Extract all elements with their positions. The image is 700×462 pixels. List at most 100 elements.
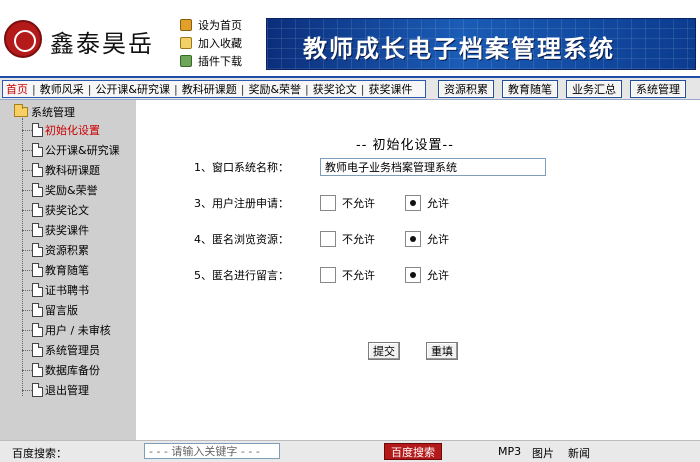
baidu-search-input[interactable] xyxy=(144,443,280,459)
essays-button[interactable]: 教育随笔 xyxy=(502,80,558,98)
resources-button[interactable]: 资源积累 xyxy=(438,80,494,98)
anon-message-options: 不允许 允许 xyxy=(320,267,479,283)
document-icon xyxy=(32,323,43,337)
sidebar-item-certificates[interactable]: 证书聘书 xyxy=(22,280,89,300)
anon-message-allow-radio[interactable] xyxy=(405,267,421,283)
anon-browse-allow-radio[interactable] xyxy=(405,231,421,247)
home-icon xyxy=(180,19,192,31)
nav-item-awards[interactable]: 奖励&荣誉 xyxy=(248,81,301,97)
header: 鑫泰昊岳 设为首页 加入收藏 插件下载 教师成长电子档案管理系统 xyxy=(0,0,700,76)
reset-button[interactable]: 重填 xyxy=(426,342,458,360)
nav-item-teacher-style[interactable]: 教师风采 xyxy=(40,81,84,97)
user-registration-options: 不允许 允许 xyxy=(320,195,479,211)
footer-link-news[interactable]: 新闻 xyxy=(568,445,590,461)
set-homepage-link[interactable]: 设为首页 xyxy=(180,16,260,34)
allow-label: 允许 xyxy=(427,197,449,210)
banner: 教师成长电子档案管理系统 xyxy=(266,18,696,70)
sidebar-item-label: 公开课&研究课 xyxy=(45,144,120,157)
form-title: -- 初始化设置-- xyxy=(356,138,454,153)
tree-root[interactable]: 系统管理 xyxy=(14,104,75,120)
nav-item-home[interactable]: 首页 xyxy=(6,81,28,97)
sidebar-item-open-class[interactable]: 公开课&研究课 xyxy=(22,140,120,160)
submit-button[interactable]: 提交 xyxy=(368,342,400,360)
sidebar-item-logout[interactable]: 退出管理 xyxy=(22,380,89,400)
system-name-row: 1、窗口系统名称： xyxy=(194,156,546,178)
user-registration-row: 3、用户注册申请： 不允许 允许 xyxy=(194,192,479,214)
sidebar-item-label: 退出管理 xyxy=(45,384,89,397)
top-link-label: 加入收藏 xyxy=(198,37,242,50)
seal-logo-icon xyxy=(4,20,42,58)
anon-message-disallow-radio[interactable] xyxy=(320,267,336,283)
tree-dash xyxy=(22,129,32,131)
system-admin-button[interactable]: 系统管理 xyxy=(630,80,686,98)
tree-dash xyxy=(22,349,32,351)
sidebar-item-award-courseware[interactable]: 获奖课件 xyxy=(22,220,89,240)
anon-browse-disallow-radio[interactable] xyxy=(320,231,336,247)
document-icon xyxy=(32,123,43,137)
sidebar-item-users-pending[interactable]: 用户 / 未审核 xyxy=(22,320,111,340)
add-favorite-link[interactable]: 加入收藏 xyxy=(180,34,260,52)
sidebar-item-label: 资源积累 xyxy=(45,244,89,257)
nav-separator: | xyxy=(360,82,365,96)
logo[interactable]: 鑫泰昊岳 xyxy=(4,16,154,62)
system-name-input[interactable] xyxy=(320,158,546,176)
favorite-icon xyxy=(180,37,192,49)
sidebar-item-label: 教科研课题 xyxy=(45,164,100,177)
document-icon xyxy=(32,263,43,277)
top-links: 设为首页 加入收藏 插件下载 xyxy=(180,16,260,70)
nav-separator: | xyxy=(32,82,36,96)
tree-dash xyxy=(22,329,32,331)
summary-button[interactable]: 业务汇总 xyxy=(566,80,622,98)
tree-dash xyxy=(22,389,32,391)
anon-browse-options: 不允许 允许 xyxy=(320,231,479,247)
nav-item-research-topics[interactable]: 教科研课题 xyxy=(182,81,237,97)
sidebar-item-label: 初始化设置 xyxy=(45,124,100,137)
sidebar-item-awards[interactable]: 奖励&荣誉 xyxy=(22,180,98,200)
allow-label: 允许 xyxy=(427,233,449,246)
folder-icon xyxy=(14,104,28,117)
document-icon xyxy=(32,203,43,217)
plugin-icon xyxy=(180,55,192,67)
sidebar-item-db-backup[interactable]: 数据库备份 xyxy=(22,360,100,380)
footer-link-mp3[interactable]: MP3 xyxy=(498,445,521,458)
tree-dash xyxy=(22,189,32,191)
sidebar-item-label: 用户 / 未审核 xyxy=(45,324,111,337)
tree-dash xyxy=(22,309,32,311)
tree-dash xyxy=(22,209,32,211)
nav-right-buttons: 资源积累 教育随笔 业务汇总 系统管理 xyxy=(438,80,694,98)
anon-message-row: 5、匿名进行留言： 不允许 允许 xyxy=(194,264,479,286)
sidebar-item-init-settings[interactable]: 初始化设置 xyxy=(22,120,100,140)
nav-item-award-courseware[interactable]: 获奖课件 xyxy=(368,81,412,97)
nav-left-menu: 首页 | 教师风采 | 公开课&研究课 | 教科研课题 | 奖励&荣誉 | 获奖… xyxy=(2,80,426,98)
nav-item-open-class[interactable]: 公开课&研究课 xyxy=(95,81,170,97)
footer-link-images[interactable]: 图片 xyxy=(532,445,554,461)
anon-message-label: 5、匿名进行留言： xyxy=(194,269,289,282)
user-registration-disallow-radio[interactable] xyxy=(320,195,336,211)
sidebar-item-label: 留言版 xyxy=(45,304,78,317)
radio-selected-dot xyxy=(410,236,416,242)
sidebar-item-sys-admin[interactable]: 系统管理员 xyxy=(22,340,100,360)
nav-item-award-papers[interactable]: 获奖论文 xyxy=(313,81,357,97)
sidebar-item-label: 系统管理员 xyxy=(45,344,100,357)
tree-dash xyxy=(22,149,32,151)
plugin-download-link[interactable]: 插件下载 xyxy=(180,52,260,70)
brand-name: 鑫泰昊岳 xyxy=(50,30,154,58)
sidebar-item-guestbook[interactable]: 留言版 xyxy=(22,300,78,320)
user-registration-allow-radio[interactable] xyxy=(405,195,421,211)
sidebar-item-label: 证书聘书 xyxy=(45,284,89,297)
document-icon xyxy=(32,363,43,377)
document-icon xyxy=(32,143,43,157)
sidebar-item-research-topics[interactable]: 教科研课题 xyxy=(22,160,100,180)
footer: 百度搜索： 百度搜索 MP3 图片 新闻 xyxy=(0,440,700,462)
disallow-label: 不允许 xyxy=(342,269,375,282)
tree-dash xyxy=(22,369,32,371)
baidu-search-button[interactable]: 百度搜索 xyxy=(384,443,442,460)
document-icon xyxy=(32,183,43,197)
sidebar-item-label: 教育随笔 xyxy=(45,264,89,277)
nav-bar: 首页 | 教师风采 | 公开课&研究课 | 教科研课题 | 奖励&荣誉 | 获奖… xyxy=(0,76,700,100)
sidebar-item-resources[interactable]: 资源积累 xyxy=(22,240,89,260)
tree-dash xyxy=(22,269,32,271)
top-link-label: 设为首页 xyxy=(198,19,242,32)
sidebar-item-essays[interactable]: 教育随笔 xyxy=(22,260,89,280)
sidebar-item-award-papers[interactable]: 获奖论文 xyxy=(22,200,89,220)
